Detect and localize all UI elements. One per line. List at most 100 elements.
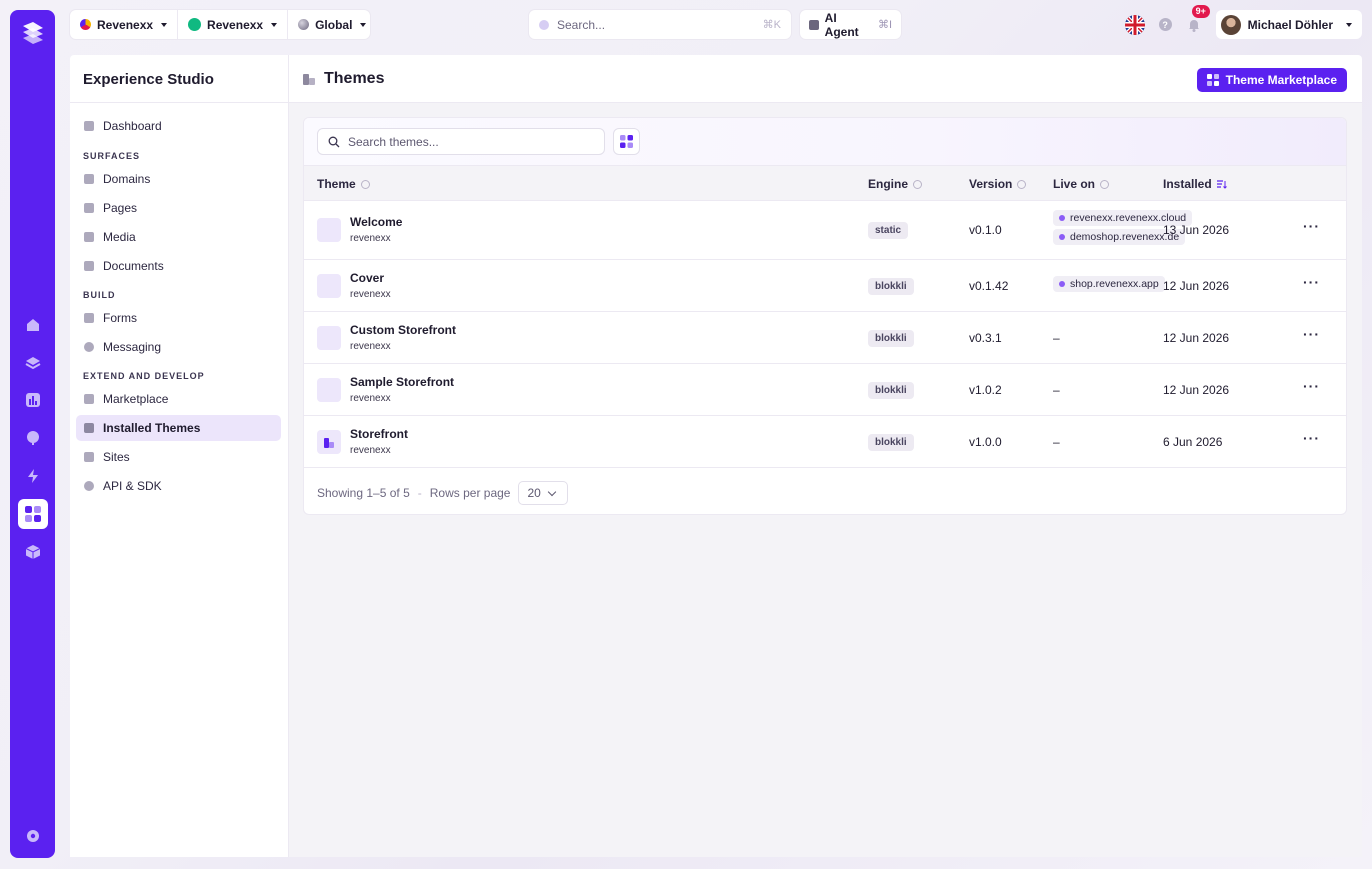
sidebar-item-api-sdk[interactable]: API & SDK	[76, 473, 281, 499]
context-switcher: Revenexx Revenexx Global	[70, 10, 370, 39]
status-dot-icon	[1059, 215, 1065, 221]
search-icon	[328, 136, 340, 147]
avatar	[1220, 14, 1241, 35]
column-label: Live on	[1053, 177, 1096, 191]
ai-agent-icon	[809, 19, 819, 30]
sidebar-item-pages[interactable]: Pages	[76, 195, 281, 221]
analytics-icon[interactable]	[18, 385, 48, 415]
row-menu-button[interactable]: ···	[1303, 274, 1320, 290]
org-name: Revenexx	[97, 17, 154, 32]
theme-name[interactable]: Custom Storefront	[350, 323, 456, 337]
row-menu-button[interactable]: ···	[1303, 326, 1320, 342]
row-menu-button[interactable]: ···	[1303, 218, 1320, 234]
sidebar-item-label: Domains	[103, 172, 151, 186]
version-text: v0.1.42	[969, 279, 1009, 293]
column-installed[interactable]: Installed	[1163, 177, 1227, 191]
table-row[interactable]: Welcome revenexx static v0.1.0 revenexx.…	[304, 201, 1346, 260]
installed-date: 12 Jun 2026	[1163, 331, 1230, 345]
sidebar-item-media[interactable]: Media	[76, 224, 281, 250]
column-theme[interactable]: Theme	[317, 177, 370, 191]
global-search[interactable]: Search... ⌘K	[529, 10, 791, 39]
engine-badge: blokkli	[868, 278, 914, 295]
table-row[interactable]: Custom Storefront revenexx blokkli v0.3.…	[304, 312, 1346, 364]
sidebar-item-messaging[interactable]: Messaging	[76, 334, 281, 360]
workspace-switcher[interactable]: Revenexx	[177, 10, 287, 39]
ai-agent-button[interactable]: AI Agent ⌘I	[800, 10, 901, 39]
globe-icon	[298, 19, 310, 30]
column-engine[interactable]: Engine	[868, 177, 923, 191]
sidebar-item-forms[interactable]: Forms	[76, 305, 281, 331]
theme-cell: Welcome revenexx	[350, 215, 402, 244]
dashboard-icon	[84, 121, 94, 131]
help-icon[interactable]: ?	[1158, 18, 1172, 31]
search-placeholder: Search...	[557, 17, 606, 32]
theme-vendor: revenexx	[350, 341, 391, 352]
rows-per-page-select[interactable]: 20	[518, 481, 569, 505]
notifications-bell-icon[interactable]: 9+	[1186, 4, 1210, 33]
theme-name[interactable]: Sample Storefront	[350, 375, 454, 389]
revenexx-logo-icon[interactable]	[19, 20, 47, 48]
sidebar-item-dashboard[interactable]: Dashboard	[76, 113, 281, 139]
section-extend-develop: EXTEND AND DEVELOP	[83, 371, 205, 381]
sidebar-item-label: Dashboard	[103, 119, 162, 133]
theme-cell: Storefront revenexx	[350, 427, 408, 456]
grid-view-toggle[interactable]	[613, 128, 640, 155]
version-text: v1.0.2	[969, 383, 1002, 397]
themes-icon	[303, 74, 315, 85]
chevron-down-icon	[547, 487, 557, 496]
row-menu-button[interactable]: ···	[1303, 378, 1320, 394]
uk-flag-icon[interactable]	[1124, 14, 1145, 35]
installed-date: 12 Jun 2026	[1163, 383, 1230, 397]
storefront-theme-icon	[323, 437, 334, 448]
version-text: v1.0.0	[969, 435, 1002, 449]
sidebar-item-label: Sites	[103, 450, 130, 464]
rows-per-page-value: 20	[527, 486, 541, 500]
theme-thumbnail	[317, 430, 341, 454]
column-label: Theme	[317, 177, 356, 191]
search-shortcut: ⌘K	[762, 19, 781, 31]
column-label: Version	[969, 177, 1013, 191]
theme-name[interactable]: Welcome	[350, 215, 402, 229]
column-version[interactable]: Version	[969, 177, 1027, 191]
theme-marketplace-button[interactable]: Theme Marketplace	[1196, 68, 1347, 92]
engine-badge: blokkli	[868, 382, 914, 399]
sidebar-item-sites[interactable]: Sites	[76, 444, 281, 470]
status-dot-icon	[1059, 281, 1065, 287]
sidebar-item-marketplace[interactable]: Marketplace	[76, 386, 281, 412]
theme-name[interactable]: Cover	[350, 271, 391, 285]
experience-studio-icon[interactable]	[18, 499, 48, 529]
themes-icon	[84, 423, 94, 433]
row-menu-button[interactable]: ···	[1303, 430, 1320, 446]
live-domain-tag[interactable]: shop.revenexx.app	[1053, 276, 1165, 292]
theme-vendor: revenexx	[350, 393, 391, 404]
studio-title: Experience Studio	[70, 55, 288, 103]
user-menu[interactable]: Michael Döhler	[1215, 10, 1362, 39]
theme-thumbnail	[317, 274, 341, 298]
theme-name[interactable]: Storefront	[350, 427, 408, 441]
settings-gear-icon[interactable]	[18, 821, 48, 851]
table-row[interactable]: Sample Storefront revenexx blokkli v1.0.…	[304, 364, 1346, 416]
sidebar-item-installed-themes[interactable]: Installed Themes	[76, 415, 281, 441]
lightning-icon[interactable]	[18, 461, 48, 491]
column-label: Installed	[1163, 177, 1212, 191]
home-icon[interactable]	[18, 310, 48, 340]
sidebar-item-documents[interactable]: Documents	[76, 253, 281, 279]
live-on-list: shop.revenexx.app	[1053, 276, 1165, 295]
table-row[interactable]: Cover revenexx blokkli v0.1.42 shop.reve…	[304, 260, 1346, 312]
column-live-on[interactable]: Live on	[1053, 177, 1110, 191]
region-switcher[interactable]: Global	[287, 10, 376, 39]
org-icon	[80, 19, 91, 30]
sidebar-item-domains[interactable]: Domains	[76, 166, 281, 192]
engine-badge: blokkli	[868, 434, 914, 451]
search-themes-input[interactable]: Search themes...	[317, 128, 605, 155]
table-row[interactable]: Storefront revenexx blokkli v1.0.0 – 6 J…	[304, 416, 1346, 468]
layers-icon[interactable]	[18, 348, 48, 378]
sort-icon	[1017, 179, 1027, 189]
cube-icon[interactable]	[18, 537, 48, 567]
location-pin-icon[interactable]	[18, 423, 48, 453]
messaging-icon	[84, 342, 94, 352]
top-right-controls: ? 9+ Michael Döhler	[1124, 4, 1362, 39]
search-icon	[539, 19, 549, 30]
org-switcher[interactable]: Revenexx	[70, 10, 177, 39]
ai-agent-shortcut: ⌘I	[877, 19, 892, 31]
